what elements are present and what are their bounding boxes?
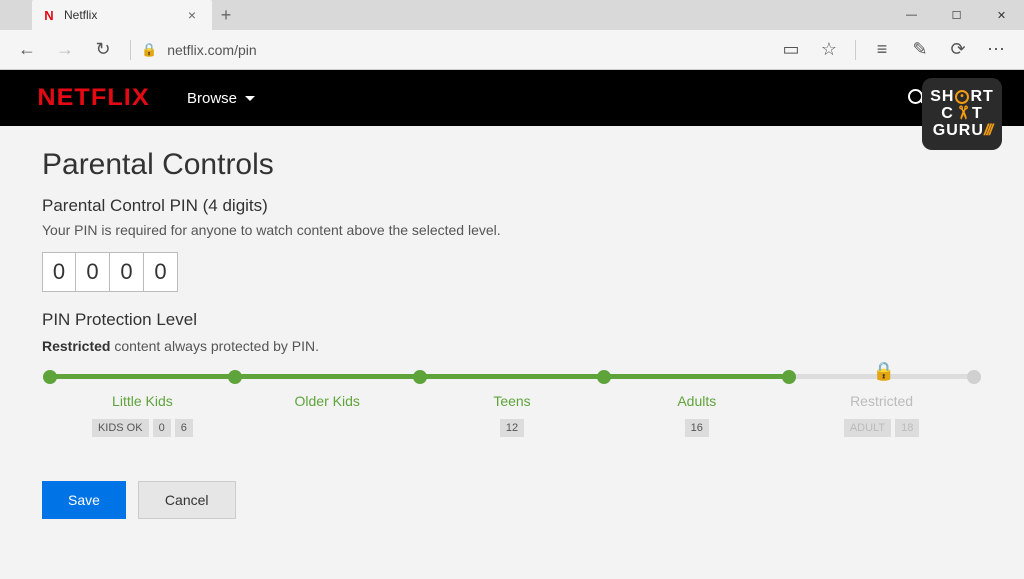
button-row: Save Cancel — [42, 481, 982, 519]
slider-tick-teens[interactable] — [413, 370, 427, 384]
toolbar-right: ▭ ☆ ≡ ✎ ⟳ ⋯ — [773, 33, 1014, 67]
level-section-title: PIN Protection Level — [42, 310, 982, 330]
toolbar-separator — [130, 40, 131, 60]
slider-badge-row: 16 — [604, 419, 789, 437]
watermark-slashes: /// — [984, 123, 991, 139]
netflix-logo[interactable]: NETFLIX — [37, 84, 149, 112]
browse-menu[interactable]: Browse — [187, 90, 255, 107]
slider-labels: Little KidsKIDS OK06Older KidsTeens12Adu… — [50, 393, 974, 437]
lock-icon: 🔒 — [141, 42, 157, 58]
level-desc-rest: content always protected by PIN. — [110, 338, 319, 354]
rating-badge: 12 — [500, 419, 524, 437]
tab-title: Netflix — [64, 8, 176, 22]
pin-section-title: Parental Control PIN (4 digits) — [42, 196, 982, 216]
watermark-line1: SH • RT — [930, 89, 994, 105]
pin-digit-3[interactable] — [110, 252, 144, 292]
more-button[interactable]: ⋯ — [978, 33, 1014, 67]
rating-badge: 18 — [895, 419, 919, 437]
slider-level-name: Little Kids — [50, 393, 235, 409]
watermark-text: GURU — [933, 123, 984, 139]
scissors-icon: ✂ — [954, 105, 972, 121]
hub-button[interactable]: ≡ — [864, 33, 900, 67]
level-desc-bold: Restricted — [42, 338, 110, 354]
watermark-text: SH — [930, 89, 954, 105]
share-button[interactable]: ⟳ — [940, 33, 976, 67]
content-area: Parental Controls Parental Control PIN (… — [0, 126, 1024, 541]
slider-label-column: Little Kids KIDS OK06 — [50, 393, 235, 437]
tab-favicon: N — [42, 8, 56, 22]
slider-tick-selected[interactable] — [782, 370, 796, 384]
toolbar-separator — [855, 40, 856, 60]
level-section-description: Restricted content always protected by P… — [42, 338, 982, 354]
titlebar: N Netflix × + — ☐ ✕ — [0, 0, 1024, 30]
rating-badge: 6 — [175, 419, 193, 437]
slider-tick-little-kids[interactable] — [43, 370, 57, 384]
slider-label-column: Older Kids — [235, 393, 420, 437]
watermark-badge: SH • RT C ✂ T GURU /// — [922, 78, 1002, 150]
window-controls: — ☐ ✕ — [889, 0, 1024, 30]
browser-tab[interactable]: N Netflix × — [32, 0, 212, 30]
reading-view-button[interactable]: ▭ — [773, 33, 809, 67]
watermark-text: T — [972, 106, 983, 122]
url-text: netflix.com/pin — [167, 42, 256, 58]
pin-digit-1[interactable] — [42, 252, 76, 292]
watermark-text: RT — [970, 89, 993, 105]
slider-label-column: Adults 16 — [604, 393, 789, 437]
notes-button[interactable]: ✎ — [902, 33, 938, 67]
favorite-button[interactable]: ☆ — [811, 33, 847, 67]
slider-label-column: Teens 12 — [420, 393, 605, 437]
slider-level-name: Older Kids — [235, 393, 420, 409]
tab-close-button[interactable]: × — [184, 7, 200, 23]
slider-badge-row: KIDS OK06 — [50, 419, 235, 437]
page-body: NETFLIX Browse Search Parental Controls … — [0, 70, 1024, 579]
netflix-header: NETFLIX Browse Search — [0, 70, 1024, 126]
rating-badge: ADULT — [844, 419, 891, 437]
slider-badge-row: 12 — [420, 419, 605, 437]
slider-level-name: Adults — [604, 393, 789, 409]
cancel-button[interactable]: Cancel — [138, 481, 236, 519]
page-title: Parental Controls — [42, 148, 982, 182]
watermark-line3: GURU /// — [933, 123, 991, 139]
maximize-button[interactable]: ☐ — [934, 0, 979, 30]
lock-icon: 🔒 — [873, 361, 895, 382]
browser-window: N Netflix × + — ☐ ✕ ← → ↻ 🔒 netflix.com/… — [0, 0, 1024, 579]
caret-down-icon — [245, 96, 255, 101]
slider-label-column: Restricted ADULT18 — [789, 393, 974, 437]
pin-section-description: Your PIN is required for anyone to watch… — [42, 222, 982, 238]
slider-level-name: Restricted — [789, 393, 974, 409]
pin-input-group — [42, 252, 982, 292]
refresh-button[interactable]: ↻ — [86, 33, 120, 67]
slider-badge-row: ADULT18 — [789, 419, 974, 437]
slider-track: 🔒 — [50, 374, 974, 379]
slider-level-name: Teens — [420, 393, 605, 409]
pin-digit-4[interactable] — [144, 252, 178, 292]
forward-button[interactable]: → — [48, 33, 82, 67]
level-slider[interactable]: 🔒 Little KidsKIDS OK06Older KidsTeens12A… — [42, 374, 982, 447]
back-button[interactable]: ← — [10, 33, 44, 67]
rating-badge: KIDS OK — [92, 419, 149, 437]
watermark-line2: C ✂ T — [941, 105, 982, 123]
rating-badge: 16 — [685, 419, 709, 437]
minimize-button[interactable]: — — [889, 0, 934, 30]
close-window-button[interactable]: ✕ — [979, 0, 1024, 30]
new-tab-button[interactable]: + — [212, 5, 240, 26]
pin-digit-2[interactable] — [76, 252, 110, 292]
slider-tick-restricted[interactable] — [967, 370, 981, 384]
save-button[interactable]: Save — [42, 481, 126, 519]
slider-tick-adults[interactable] — [597, 370, 611, 384]
browser-toolbar: ← → ↻ 🔒 netflix.com/pin ▭ ☆ ≡ ✎ ⟳ ⋯ — [0, 30, 1024, 70]
watermark-text: C — [941, 106, 954, 122]
slider-tick-older-kids[interactable] — [228, 370, 242, 384]
address-bar[interactable]: 🔒 netflix.com/pin — [141, 42, 769, 58]
target-icon: • — [955, 90, 969, 104]
rating-badge: 0 — [153, 419, 171, 437]
browse-label: Browse — [187, 90, 237, 107]
